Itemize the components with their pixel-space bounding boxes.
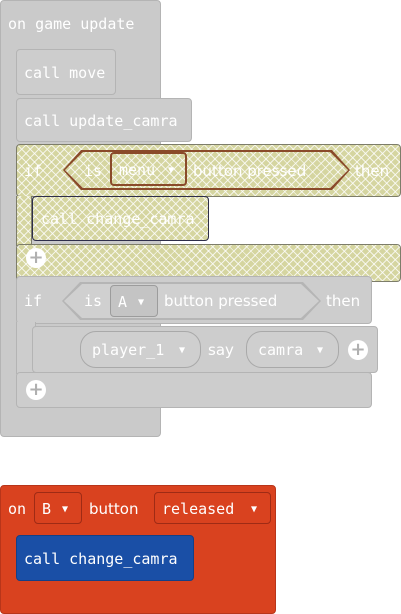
camra-value: camra — [258, 341, 304, 359]
released-event-value: released — [162, 500, 235, 518]
is-a-pressed-label: button pressed — [164, 292, 278, 310]
caret-down-icon: ▼ — [138, 297, 145, 308]
if-menu-then-label: then — [355, 162, 390, 180]
call-change-camra-block[interactable]: call change_camra — [32, 196, 209, 241]
if-menu-block-arm — [16, 196, 32, 246]
plus-glyph: + — [28, 379, 44, 400]
is-a-is-label: is — [84, 292, 103, 310]
call-update-camra-label: call update_camra — [24, 112, 178, 130]
if-a-if-label: if — [24, 292, 43, 310]
player-1-dropdown[interactable]: player_1 ▼ — [80, 331, 201, 368]
player-1-value: player_1 — [92, 341, 165, 359]
caret-down-icon: ▼ — [251, 504, 258, 515]
call-update-camra-block[interactable]: call update_camra — [16, 98, 192, 142]
caret-down-icon: ▼ — [179, 345, 186, 356]
call-change-camra-blue-label: call change_camra — [24, 550, 178, 568]
plus-circle-icon[interactable]: + — [348, 340, 368, 360]
plus-glyph: + — [350, 339, 366, 360]
if-a-then-label: then — [326, 292, 361, 310]
if-menu-if-label: if — [24, 162, 43, 180]
plus-circle-icon[interactable]: + — [26, 380, 46, 400]
on-b-button-label: button — [89, 500, 139, 518]
menu-button-value: menu — [119, 161, 156, 179]
caret-down-icon: ▼ — [168, 165, 175, 176]
b-button-dropdown[interactable]: B ▼ — [34, 492, 82, 524]
plus-glyph: + — [28, 247, 44, 268]
say-label: say — [208, 341, 234, 359]
is-menu-pressed-label: button pressed — [193, 162, 307, 180]
menu-button-dropdown[interactable]: menu ▼ — [110, 152, 187, 186]
is-menu-is-label: is — [84, 162, 103, 180]
on-b-on-label: on — [8, 500, 27, 518]
call-move-block[interactable]: call move — [16, 49, 116, 95]
released-event-dropdown[interactable]: released ▼ — [154, 492, 271, 524]
caret-down-icon: ▼ — [62, 504, 69, 515]
if-a-block-footer — [16, 372, 372, 408]
call-change-camra-blue-block[interactable]: call change_camra — [16, 535, 194, 581]
a-button-value: A — [118, 293, 128, 311]
caret-down-icon: ▼ — [317, 345, 324, 356]
plus-circle-icon[interactable]: + — [26, 248, 46, 268]
call-move-label: call move — [24, 64, 106, 82]
call-change-camra-label: call change_camra — [41, 210, 195, 228]
on-game-update-label: on game update — [8, 15, 135, 33]
camra-value-dropdown[interactable]: camra ▼ — [246, 331, 339, 368]
a-button-dropdown[interactable]: A ▼ — [110, 285, 158, 317]
b-button-value: B — [42, 500, 52, 518]
